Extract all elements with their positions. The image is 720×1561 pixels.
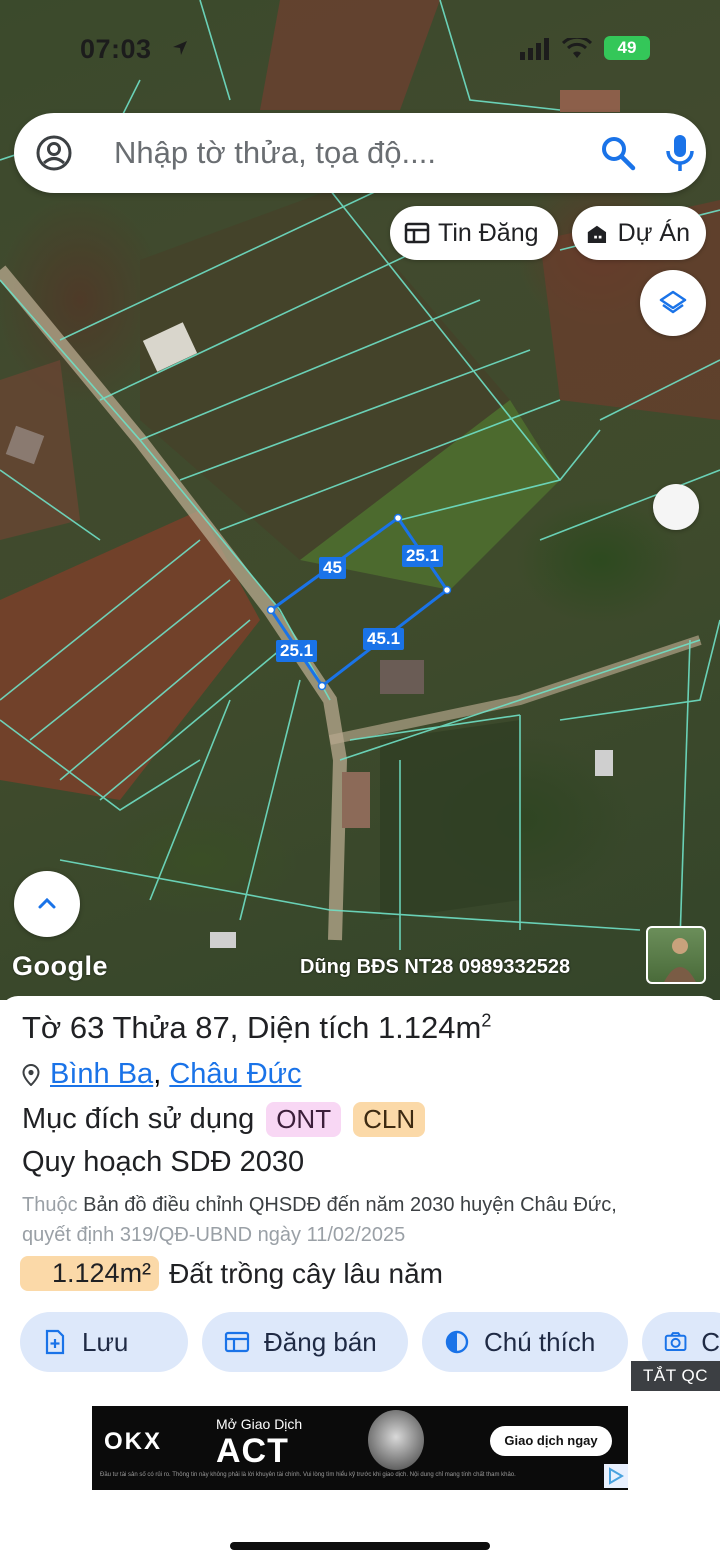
legend-button-label: Chú thích [484,1326,596,1357]
plan-title: Quy hoạch SDĐ 2030 [22,1146,305,1178]
plan-map-name: Bản đồ điều chỉnh QHSDĐ đến năm 2030 huy… [83,1194,617,1216]
ad-banner[interactable]: OKX Mở Giao Dịch ACT Giao dịch ngay Đầu … [92,1406,628,1490]
planned-area-badge: 1.124m² [20,1256,160,1291]
land-type-label: Đất trồng cây lâu năm [169,1257,443,1289]
area-unit-sup: 2 [481,1010,492,1031]
google-logo: Google [12,951,108,981]
camera-icon [664,1332,687,1352]
ad-headline-small: Mở Giao Dịch [216,1416,303,1432]
chevron-up-icon [38,897,56,909]
ad-brand-logo: OKX [104,1428,163,1455]
search-icon[interactable] [600,135,636,171]
ad-choices-icon[interactable] [604,1464,628,1488]
listings-chip-label: Tin Đăng [438,218,539,247]
projects-chip-label: Dự Án [617,218,690,247]
contrast-icon [445,1330,469,1354]
layers-button[interactable] [640,270,706,336]
save-button-label: Lưu [82,1326,129,1357]
plan-prefix: Thuộc [22,1194,78,1216]
save-button[interactable]: Lưu [20,1312,188,1372]
photo-thumbnail[interactable] [646,926,706,984]
area-label: Diện tích [246,1010,370,1045]
ad-mascot-image [368,1410,424,1470]
location-arrow-icon [173,41,187,55]
status-time: 07:03 [80,34,152,64]
ad-disclaimer: Đầu tư tài sản số có rủi ro. Thông tin n… [100,1472,516,1478]
ward-link[interactable]: Bình Ba [50,1058,153,1090]
parcel-title: Tờ 63 Thửa 87, Diện tích 1.124m2 [22,1010,492,1045]
battery-indicator: 49 [604,36,650,60]
planned-area-row: 1.124m² Đất trồng cây lâu năm [20,1256,443,1291]
listings-chip[interactable]: Tin Đăng [390,206,558,260]
ad-headline: ACT [216,1432,289,1470]
location-pin-icon [22,1063,40,1086]
parcel-edge-label: 25.1 [402,545,444,567]
home-indicator[interactable] [230,1542,490,1550]
post-for-sale-button[interactable]: Đăng bán [202,1312,408,1372]
land-use-tag: CLN [353,1102,426,1137]
action-bar: Lưu Đăng bán Chú thích C [20,1312,720,1372]
satellite-map[interactable]: 45 25.1 45.1 25.1 07:03 49 Nhập tờ thửa,… [0,0,720,1000]
sheet-number: 63 [69,1010,105,1045]
expand-sheet-button[interactable] [14,871,80,937]
area-value: 1.124m [377,1010,482,1045]
listing-icon [404,222,430,244]
land-use-tag: ONT [266,1102,342,1137]
building-icon [587,225,607,244]
layers-icon [659,290,687,314]
search-input[interactable] [114,129,554,177]
parcel-edge-label: 25.1 [276,640,318,662]
person-photo-icon [664,938,696,982]
parcel-number: 87 [195,1010,230,1045]
signal-icon [520,38,549,60]
legend-button[interactable]: Chú thích [422,1312,628,1372]
side-panel-handle[interactable] [653,484,699,530]
parcel-edge-label: 45 [319,557,346,579]
post-for-sale-label: Đăng bán [264,1326,377,1357]
purpose-label: Mục đích sử dụng [22,1103,255,1135]
microphone-icon[interactable] [664,133,696,173]
parcel-edge-label: 45.1 [363,628,405,650]
projects-chip[interactable]: Dự Án [572,206,706,260]
close-ad-button[interactable]: TẮT QC [631,1361,720,1391]
ad-cta-button[interactable]: Giao dịch ngay [490,1426,612,1456]
map-watermark: Dũng BĐS NT28 0989332528 [300,956,571,978]
location-line: Bình Ba, Châu Đức [22,1058,302,1091]
account-icon[interactable] [36,135,72,171]
plan-decision: quyết định 319/QĐ-UBND ngày 11/02/2025 [22,1224,406,1246]
listing-icon [224,1331,250,1353]
status-bar: 07:03 49 [0,34,720,64]
land-use-purpose: Mục đích sử dụng ONT CLN [22,1102,426,1137]
sheet-label: Tờ [22,1010,62,1045]
parcel-label: Thửa [112,1010,187,1045]
plan-description: Thuộc Bản đồ điều chỉnh QHSDĐ đến năm 20… [22,1190,720,1250]
parcel-info-sheet: Tờ 63 Thửa 87, Diện tích 1.124m2 Bình Ba… [0,996,720,1561]
wifi-icon [562,38,592,58]
search-bar[interactable] [14,113,706,193]
district-link[interactable]: Châu Đức [169,1058,301,1090]
camera-button-label: C [701,1326,720,1357]
add-file-icon [45,1329,65,1355]
